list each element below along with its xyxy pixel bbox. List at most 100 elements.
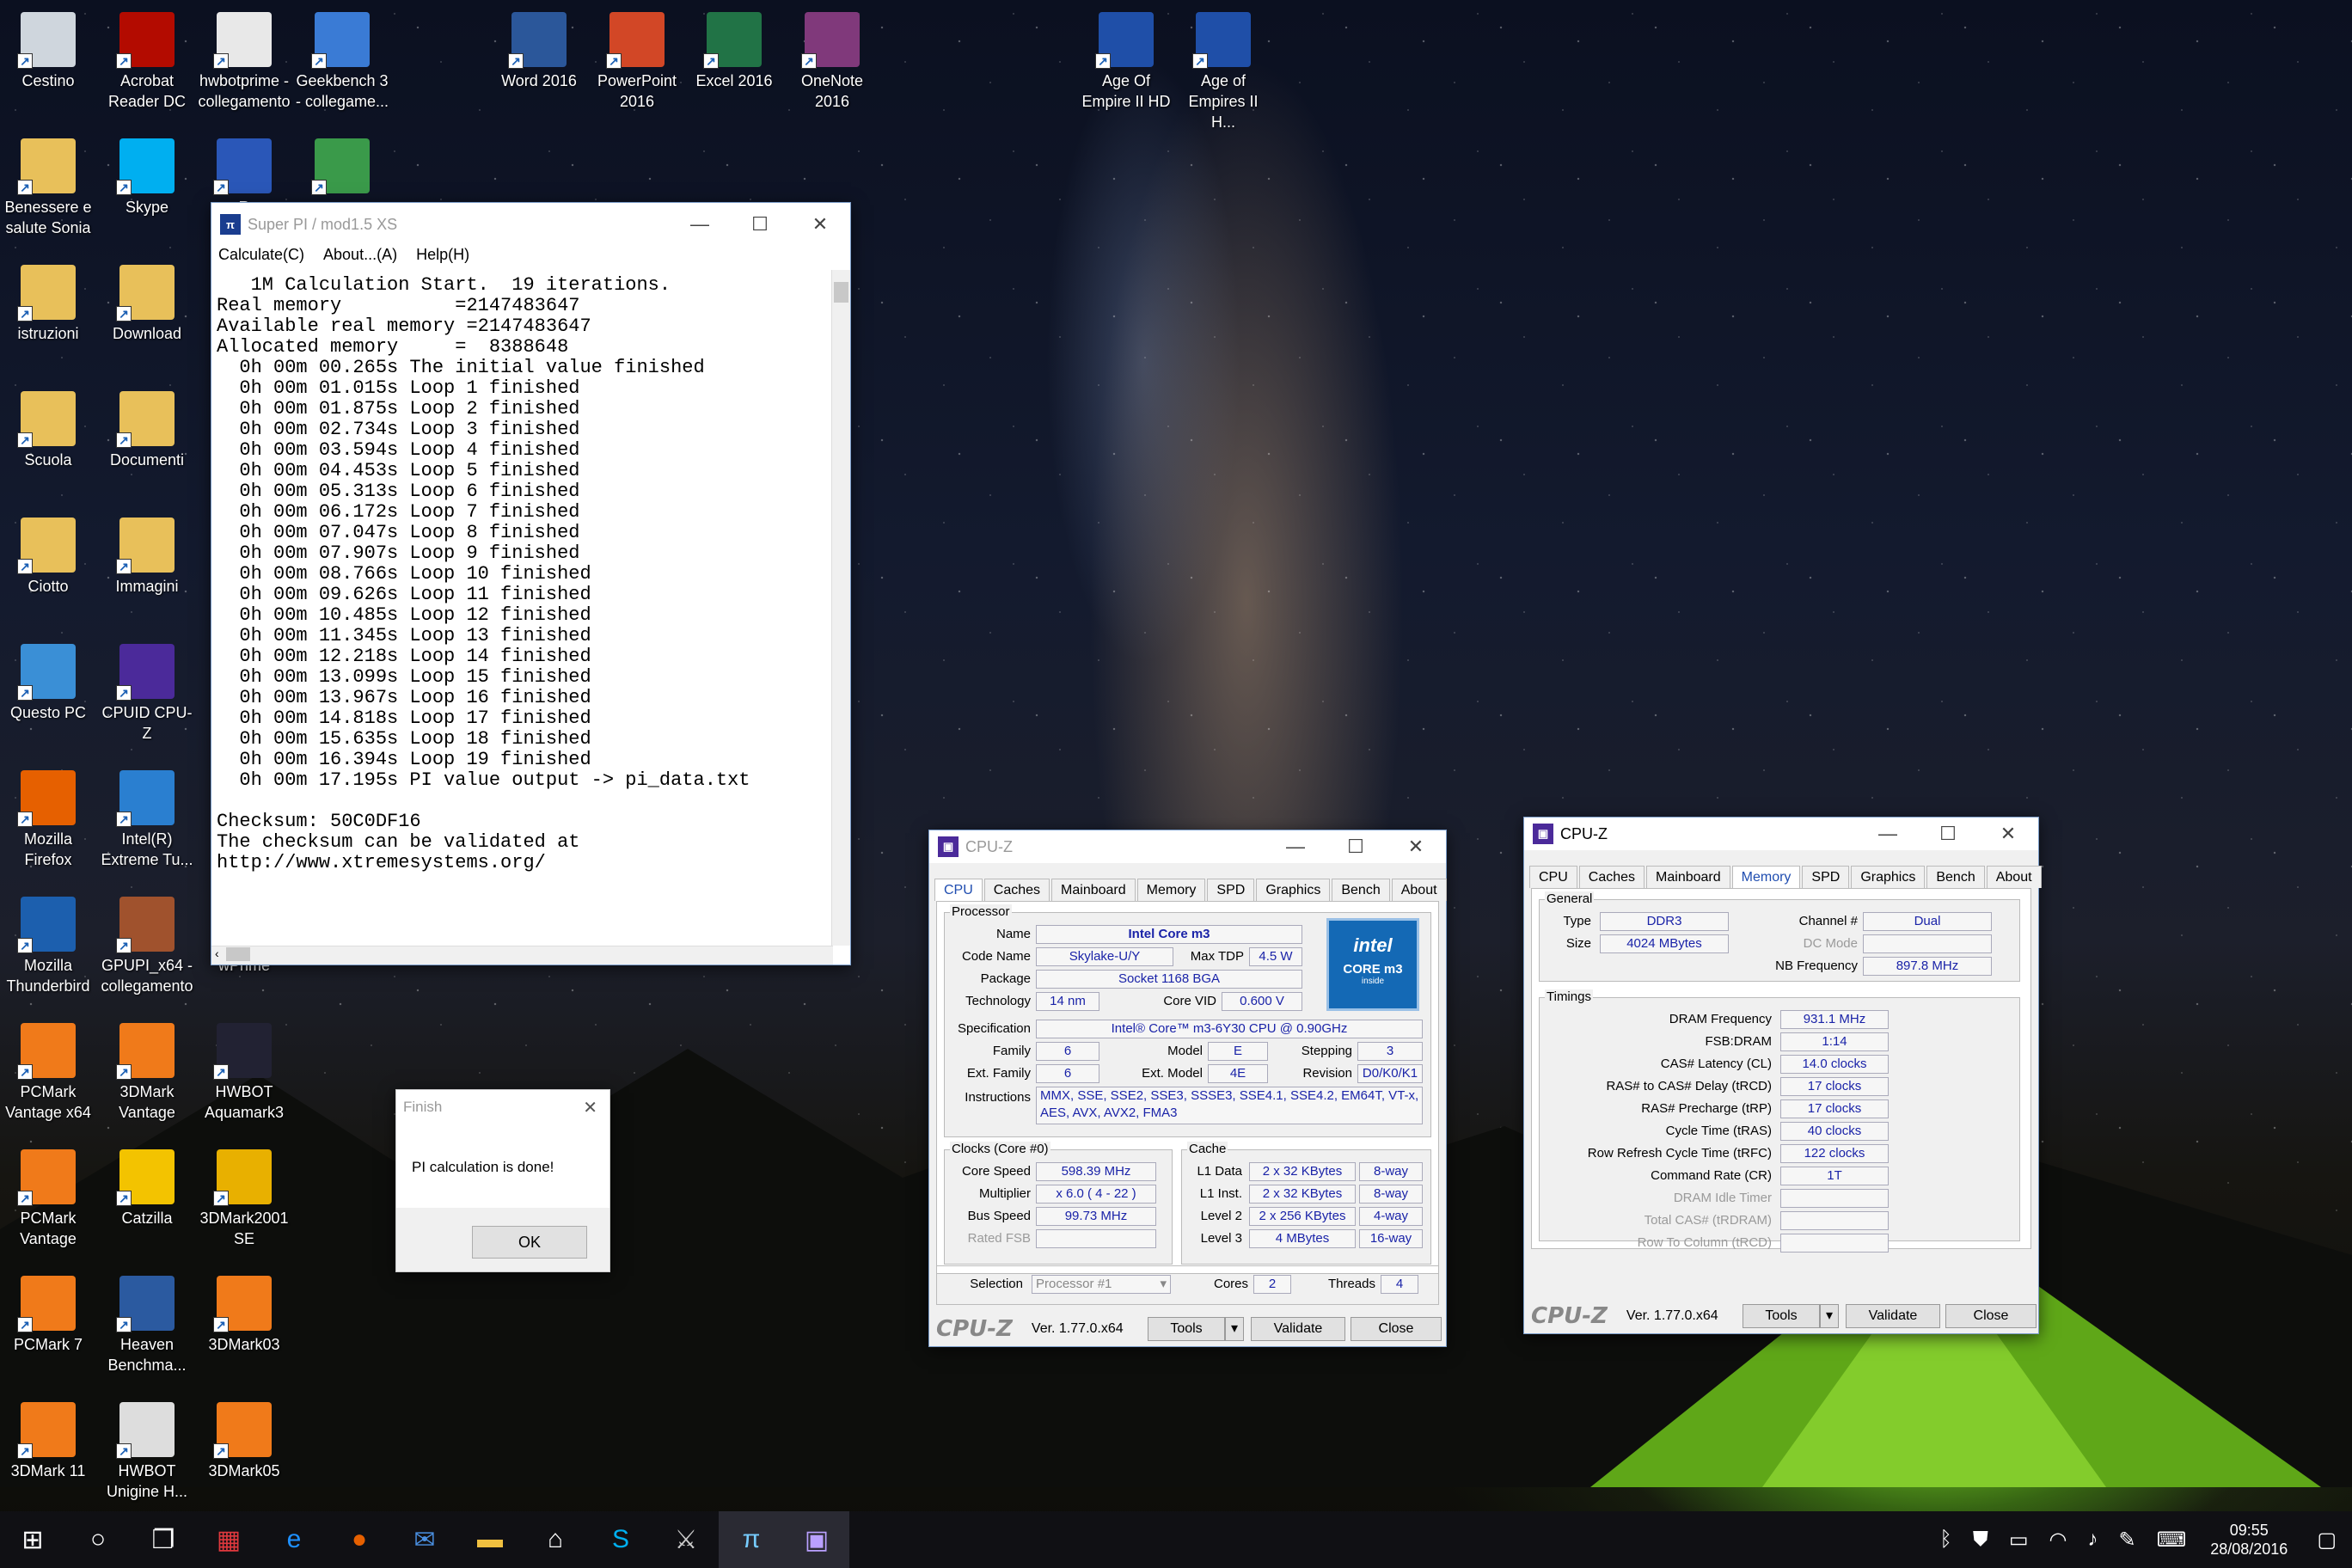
desktop-icon[interactable]: ↗ 3DMark2001 SE bbox=[196, 1144, 292, 1249]
tools-button[interactable]: Tools bbox=[1743, 1304, 1820, 1328]
keyboard-icon[interactable]: ⌨ bbox=[2157, 1528, 2187, 1553]
desktop-icon[interactable]: ↗ PCMark Vantage bbox=[0, 1144, 96, 1249]
minimize-button[interactable]: — bbox=[1265, 836, 1326, 858]
tools-dropdown-button[interactable]: ▾ bbox=[1820, 1304, 1839, 1328]
superpi-taskbar-icon[interactable]: π bbox=[719, 1511, 784, 1568]
tab-about[interactable]: About bbox=[1391, 879, 1447, 901]
tab-bench[interactable]: Bench bbox=[1332, 879, 1390, 901]
desktop-icon[interactable]: ↗ 3DMark03 bbox=[196, 1271, 292, 1355]
cpuz-memory-titlebar[interactable]: ▣ CPU-Z — ☐ ✕ bbox=[1524, 818, 2038, 850]
tab-graphics[interactable]: Graphics bbox=[1256, 879, 1331, 901]
horizontal-scrollbar[interactable]: ‹ bbox=[211, 946, 833, 965]
tab-spd[interactable]: SPD bbox=[1207, 879, 1255, 901]
close-button[interactable]: ✕ bbox=[1978, 823, 2038, 845]
minimize-button[interactable]: — bbox=[1858, 823, 1918, 845]
desktop-icon[interactable]: ↗ 3DMark 11 bbox=[0, 1397, 96, 1481]
desktop-icon[interactable]: ↗ Age of Empires II H... bbox=[1175, 7, 1271, 132]
close-button[interactable]: ✕ bbox=[790, 213, 850, 236]
validate-button[interactable]: Validate bbox=[1846, 1304, 1940, 1328]
desktop-icon[interactable]: ↗ Skype bbox=[99, 133, 195, 217]
desktop-icon[interactable]: ↗ 3DMark05 bbox=[196, 1397, 292, 1481]
desktop-icon[interactable]: ↗ HWBOT Unigine H... bbox=[99, 1397, 195, 1502]
superpi-titlebar[interactable]: π Super PI / mod1.5 XS — ☐ ✕ bbox=[211, 203, 850, 246]
desktop-icon[interactable]: ↗ Geekbench 3 - collegame... bbox=[294, 7, 390, 112]
desktop-icon[interactable]: ↗ Word 2016 bbox=[491, 7, 587, 91]
news-app-icon[interactable]: ▦ bbox=[196, 1511, 261, 1568]
tab-mainboard[interactable]: Mainboard bbox=[1646, 866, 1730, 888]
edge-icon[interactable]: e bbox=[261, 1511, 327, 1568]
desktop-icon[interactable]: ↗ Questo PC bbox=[0, 639, 96, 723]
desktop-icon[interactable]: ↗ Documenti bbox=[99, 386, 195, 470]
clock[interactable]: 09:55 28/08/2016 bbox=[2210, 1521, 2288, 1559]
skype-icon[interactable]: S bbox=[588, 1511, 653, 1568]
desktop-icon[interactable]: ↗ Immagini bbox=[99, 512, 195, 597]
desktop-icon[interactable]: ↗ 3DMark Vantage bbox=[99, 1018, 195, 1123]
close-button[interactable]: Close bbox=[1945, 1304, 2037, 1328]
desktop-icon[interactable]: ↗ CPUID CPU-Z bbox=[99, 639, 195, 744]
close-button[interactable]: ✕ bbox=[1386, 836, 1446, 858]
desktop-icon[interactable]: ↗ Catzilla bbox=[99, 1144, 195, 1228]
bluetooth-icon[interactable]: ᛒ bbox=[1939, 1528, 1951, 1552]
validate-button[interactable]: Validate bbox=[1251, 1317, 1345, 1341]
desktop-icon[interactable]: ↗ PCMark Vantage x64 bbox=[0, 1018, 96, 1123]
desktop-icon[interactable]: ↗ Excel 2016 bbox=[686, 7, 782, 91]
desktop-icon[interactable]: ↗ Download bbox=[99, 260, 195, 344]
finish-dialog[interactable]: Finish ✕ PI calculation is done! OK bbox=[395, 1089, 610, 1272]
menu-help[interactable]: Help(H) bbox=[416, 246, 469, 270]
tools-button[interactable]: Tools bbox=[1148, 1317, 1225, 1341]
tab-caches[interactable]: Caches bbox=[983, 879, 1050, 901]
tab-mainboard[interactable]: Mainboard bbox=[1051, 879, 1136, 901]
desktop-icon[interactable]: ↗ PCMark 7 bbox=[0, 1271, 96, 1355]
desktop-icon[interactable]: ↗ PowerPoint 2016 bbox=[589, 7, 685, 112]
tools-dropdown-button[interactable]: ▾ bbox=[1225, 1317, 1244, 1341]
desktop-icon[interactable]: ↗ Mozilla Thunderbird bbox=[0, 891, 96, 996]
desktop-icon[interactable]: ↗ Heaven Benchma... bbox=[99, 1271, 195, 1375]
desktop-icon[interactable]: ↗ Scuola bbox=[0, 386, 96, 470]
desktop-icon[interactable]: ↗ Age Of Empire II HD bbox=[1078, 7, 1174, 112]
battery-icon[interactable]: ▭ bbox=[2009, 1528, 2029, 1553]
desktop-icon[interactable]: ↗ Cestino bbox=[0, 7, 96, 91]
minimize-button[interactable]: — bbox=[670, 213, 730, 236]
desktop-icon[interactable]: ↗ bbox=[294, 133, 390, 197]
maximize-button[interactable]: ☐ bbox=[730, 213, 790, 236]
aoe-icon[interactable]: ⚔ bbox=[653, 1511, 719, 1568]
processor-select[interactable]: Processor #1 ▾ bbox=[1032, 1275, 1171, 1294]
desktop-icon[interactable]: ↗ Intel(R) Extreme Tu... bbox=[99, 765, 195, 870]
tab-graphics[interactable]: Graphics bbox=[1851, 866, 1926, 888]
tab-cpu[interactable]: CPU bbox=[1529, 866, 1577, 888]
menu-calculate[interactable]: Calculate(C) bbox=[218, 246, 304, 270]
cpuz-cpu-titlebar[interactable]: ▣ CPU-Z — ☐ ✕ bbox=[929, 830, 1446, 863]
task-view-icon[interactable]: ❐ bbox=[131, 1511, 196, 1568]
close-icon[interactable]: ✕ bbox=[583, 1097, 597, 1118]
wifi-icon[interactable]: ◠ bbox=[2049, 1528, 2067, 1553]
pen-icon[interactable]: ✎ bbox=[2118, 1528, 2135, 1553]
menu-about[interactable]: About...(A) bbox=[323, 246, 397, 270]
tab-spd[interactable]: SPD bbox=[1802, 866, 1850, 888]
desktop-icon[interactable]: ↗ hwbotprime - collegamento bbox=[196, 7, 292, 112]
notifications-icon[interactable]: ▢ bbox=[2317, 1528, 2337, 1553]
superpi-window[interactable]: π Super PI / mod1.5 XS — ☐ ✕ Calculate(C… bbox=[211, 202, 851, 965]
cpuz-memory-window[interactable]: ▣ CPU-Z — ☐ ✕ CPU Caches Mainboard Memory SPD G… bbox=[1523, 817, 2042, 1334]
cpuz-cpu-window[interactable]: ▣ CPU-Z — ☐ ✕ CPU Caches Mainboard Memory SPD G… bbox=[928, 830, 1447, 1347]
desktop-icon[interactable]: ↗ Ciotto bbox=[0, 512, 96, 597]
cpuz-taskbar-icon[interactable]: ▣ bbox=[784, 1511, 849, 1568]
vertical-scrollbar[interactable] bbox=[831, 270, 850, 946]
desktop-icon[interactable]: ↗ Acrobat Reader DC bbox=[99, 7, 195, 112]
tab-caches[interactable]: Caches bbox=[1578, 866, 1645, 888]
maximize-button[interactable]: ☐ bbox=[1326, 836, 1386, 858]
desktop-icon[interactable]: ↗ Benessere e salute Sonia bbox=[0, 133, 96, 238]
ok-button[interactable]: OK bbox=[472, 1226, 587, 1259]
desktop-icon[interactable]: ↗ Mozilla Firefox bbox=[0, 765, 96, 870]
close-button[interactable]: Close bbox=[1351, 1317, 1442, 1341]
tab-memory[interactable]: Memory bbox=[1136, 879, 1206, 901]
shield-icon[interactable]: ⛊ bbox=[1973, 1528, 1988, 1552]
desktop-icon[interactable]: ↗ istruzioni bbox=[0, 260, 96, 344]
maximize-button[interactable]: ☐ bbox=[1918, 823, 1978, 845]
desktop-icon[interactable]: ↗ OneNote 2016 bbox=[784, 7, 880, 112]
volume-icon[interactable]: ♪ bbox=[2087, 1528, 2098, 1552]
thunderbird-icon[interactable]: ✉ bbox=[392, 1511, 457, 1568]
tab-bench[interactable]: Bench bbox=[1926, 866, 1985, 888]
tab-cpu[interactable]: CPU bbox=[934, 879, 983, 901]
store-icon[interactable]: ⌂ bbox=[523, 1511, 588, 1568]
file-explorer-icon[interactable]: ▬ bbox=[457, 1511, 523, 1568]
